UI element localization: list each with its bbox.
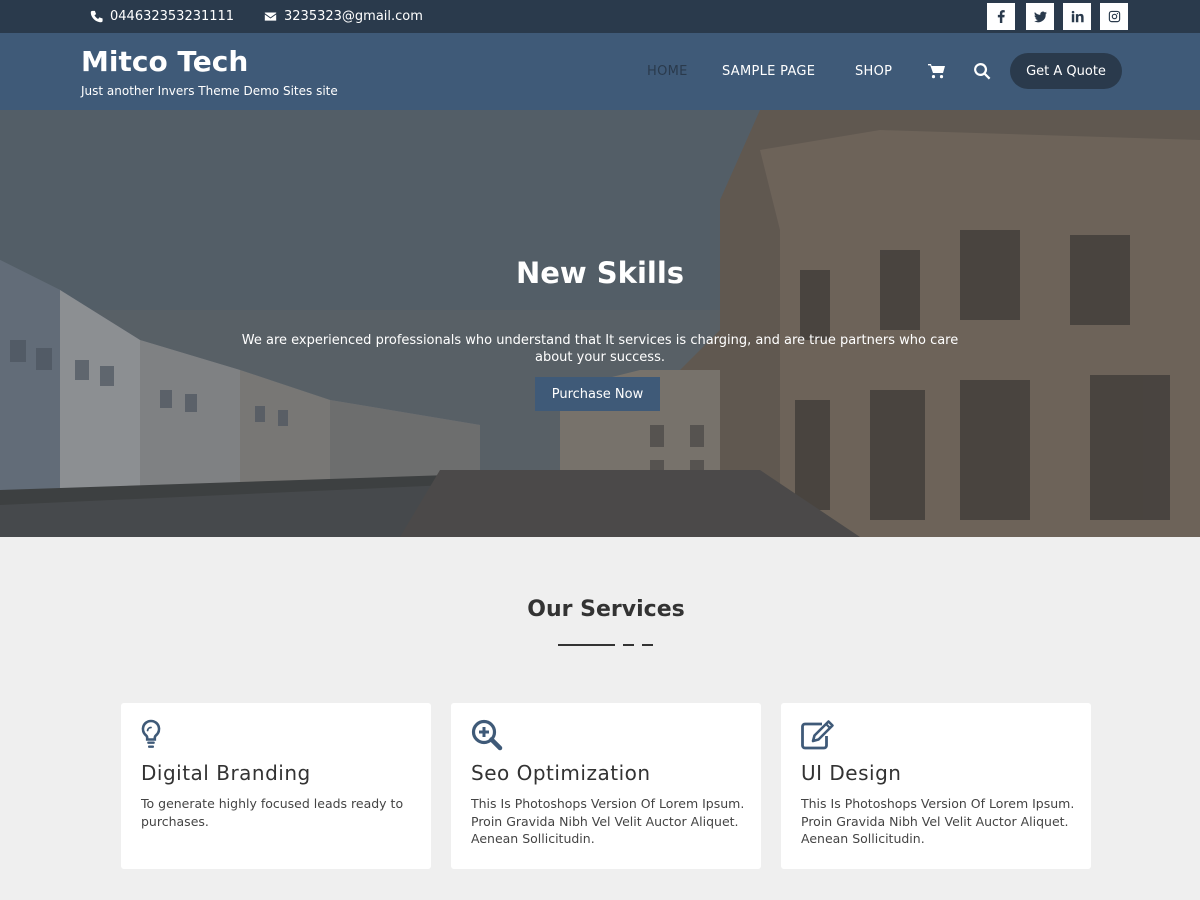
instagram-link[interactable] bbox=[1100, 3, 1128, 30]
edit-icon bbox=[801, 720, 834, 750]
service-title: UI Design bbox=[801, 761, 902, 785]
service-card-digital-branding[interactable]: Digital Branding To generate highly focu… bbox=[121, 703, 431, 869]
site-header: Mitco Tech Just another Invers Theme Dem… bbox=[0, 33, 1200, 110]
services-title: Our Services bbox=[527, 597, 685, 622]
phone-contact[interactable]: 044632353231111 bbox=[90, 0, 234, 33]
service-description: This Is Photoshops Version Of Lorem Ipsu… bbox=[801, 796, 1075, 846]
facebook-link[interactable] bbox=[987, 3, 1015, 30]
cart-button[interactable] bbox=[928, 62, 946, 80]
hero-banner: New Skills We are experienced profession… bbox=[0, 110, 1200, 537]
site-title[interactable]: Mitco Tech bbox=[81, 45, 248, 78]
twitter-link[interactable] bbox=[1026, 3, 1054, 30]
title-divider-short bbox=[623, 644, 634, 646]
email-address: 3235323@gmail.com bbox=[284, 9, 423, 24]
title-divider-long bbox=[558, 644, 615, 646]
hero-description: We are experienced professionals who und… bbox=[241, 333, 959, 365]
linkedin-icon bbox=[1071, 10, 1084, 23]
nav-shop[interactable]: SHOP bbox=[855, 64, 892, 79]
top-bar: 044632353231111 3235323@gmail.com bbox=[0, 0, 1200, 33]
lightbulb-icon bbox=[141, 719, 161, 748]
service-icon bbox=[800, 719, 836, 751]
get-a-quote-button[interactable]: Get A Quote bbox=[1010, 53, 1122, 89]
cart-icon bbox=[928, 64, 945, 79]
zoom-in-icon bbox=[471, 719, 503, 751]
twitter-icon bbox=[1033, 11, 1047, 23]
purchase-now-button[interactable]: Purchase Now bbox=[535, 377, 660, 411]
title-divider-short bbox=[642, 644, 653, 646]
service-title: Digital Branding bbox=[141, 761, 311, 785]
hero-overlay bbox=[0, 110, 1200, 537]
facebook-icon bbox=[997, 10, 1005, 23]
service-title: Seo Optimization bbox=[471, 761, 651, 785]
hero-title: New Skills bbox=[515, 256, 685, 290]
instagram-icon bbox=[1108, 10, 1120, 23]
envelope-icon bbox=[264, 12, 277, 21]
phone-number: 044632353231111 bbox=[110, 9, 235, 24]
search-icon bbox=[974, 62, 991, 80]
service-description: This Is Photoshops Version Of Lorem Ipsu… bbox=[471, 796, 745, 846]
email-contact[interactable]: 3235323@gmail.com bbox=[264, 0, 423, 33]
site-tagline: Just another Invers Theme Demo Sites sit… bbox=[81, 84, 338, 98]
service-icon bbox=[140, 719, 176, 751]
nav-home[interactable]: HOME bbox=[647, 64, 688, 79]
service-card-ui-design[interactable]: UI Design This Is Photoshops Version Of … bbox=[781, 703, 1091, 869]
nav-sample-page[interactable]: SAMPLE PAGE bbox=[722, 64, 815, 79]
search-button[interactable] bbox=[973, 62, 991, 80]
linkedin-link[interactable] bbox=[1063, 3, 1091, 30]
service-card-seo-optimization[interactable]: Seo Optimization This Is Photoshops Vers… bbox=[451, 703, 761, 869]
phone-icon bbox=[90, 10, 103, 23]
service-description: To generate highly focused leads ready t… bbox=[141, 796, 404, 829]
service-icon bbox=[470, 719, 506, 751]
